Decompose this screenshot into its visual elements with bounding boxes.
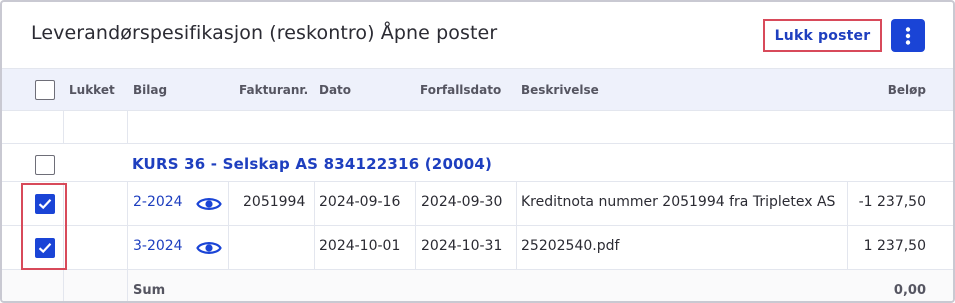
bilag-link[interactable]: 2-2024 xyxy=(133,194,183,210)
fakturanr-cell: 2051994 xyxy=(243,194,306,210)
group-row: KURS 36 - Selskap AS 834122316 (20004) xyxy=(2,143,953,181)
dato-cell: 2024-10-01 xyxy=(319,238,401,254)
column-header-lukket[interactable]: Lukket xyxy=(69,83,115,97)
eye-icon[interactable] xyxy=(196,239,222,257)
forfallsdato-cell: 2024-09-30 xyxy=(421,194,503,210)
group-title[interactable]: KURS 36 - Selskap AS 834122316 (20004) xyxy=(132,155,492,173)
grid-line xyxy=(415,181,416,269)
close-posts-button[interactable]: Lukk poster xyxy=(763,19,882,52)
sum-label: Sum xyxy=(133,283,166,298)
grid-line xyxy=(63,270,64,301)
dialog-frame: Leverandørspesifikasjon (reskontro) Åpne… xyxy=(0,0,955,303)
group-checkbox[interactable] xyxy=(35,155,55,175)
bilag-link[interactable]: 3-2024 xyxy=(133,238,183,254)
sum-row: Sum 0,00 xyxy=(2,269,953,301)
eye-icon[interactable] xyxy=(196,195,222,213)
dato-cell: 2024-09-16 xyxy=(319,194,401,210)
table-spacer-row xyxy=(2,110,953,143)
grid-line xyxy=(63,181,64,269)
page-title: Leverandørspesifikasjon (reskontro) Åpne… xyxy=(31,22,498,44)
forfallsdato-cell: 2024-10-31 xyxy=(421,238,503,254)
checkmark-icon xyxy=(38,199,52,210)
more-options-button[interactable] xyxy=(891,19,925,52)
grid-line xyxy=(127,270,128,301)
column-header-bilag[interactable]: Bilag xyxy=(133,83,167,97)
grid-line xyxy=(228,181,229,269)
table-row: 2-2024 2051994 2024-09-16 2024-09-30 Kre… xyxy=(2,181,953,225)
grid-line xyxy=(847,181,848,269)
column-header-belop[interactable]: Beløp xyxy=(888,83,926,97)
select-all-checkbox[interactable] xyxy=(35,80,55,100)
beskrivelse-cell: Kreditnota nummer 2051994 fra Tripletex … xyxy=(521,194,836,210)
table-header: Lukket Bilag Fakturanr. Dato Forfallsdat… xyxy=(2,68,953,110)
grid-line xyxy=(516,181,517,269)
grid-line xyxy=(127,181,128,269)
checkmark-icon xyxy=(38,243,52,254)
row-checkbox[interactable] xyxy=(35,194,55,214)
column-header-dato[interactable]: Dato xyxy=(319,83,351,97)
column-header-beskrivelse[interactable]: Beskrivelse xyxy=(521,83,599,97)
grid-line xyxy=(314,181,315,269)
belop-cell: 1 237,50 xyxy=(863,238,926,254)
sum-value: 0,00 xyxy=(893,283,926,298)
beskrivelse-cell: 25202540.pdf xyxy=(521,238,620,254)
column-header-fakturanr[interactable]: Fakturanr. xyxy=(239,83,308,97)
page-header: Leverandørspesifikasjon (reskontro) Åpne… xyxy=(2,2,953,68)
belop-cell: -1 237,50 xyxy=(858,194,926,210)
table-row: 3-2024 2024-10-01 2024-10-31 25202540.pd… xyxy=(2,225,953,269)
vertical-dots-icon xyxy=(905,26,911,45)
column-header-forfallsdato[interactable]: Forfallsdato xyxy=(420,83,501,97)
row-checkbox[interactable] xyxy=(35,238,55,258)
